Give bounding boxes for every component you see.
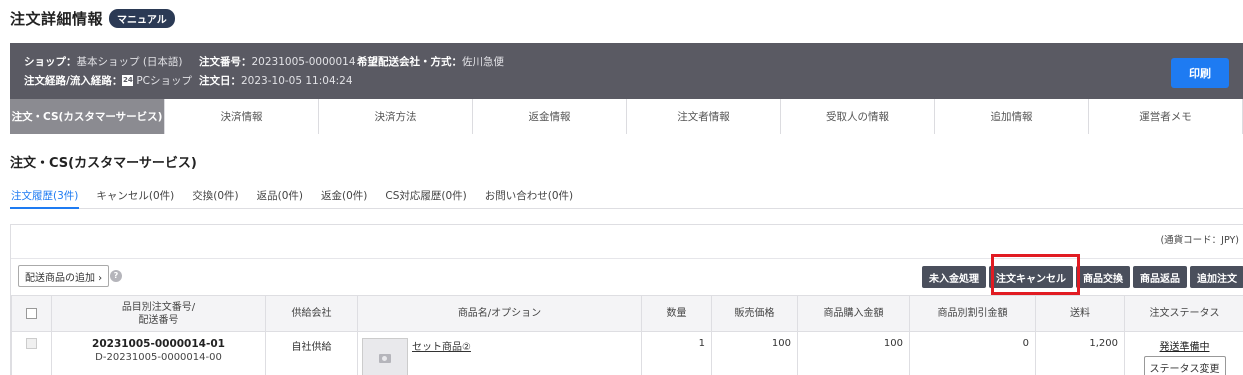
subtab-inquiry[interactable]: お問い合わせ(0件) xyxy=(484,184,574,209)
header-select-all[interactable] xyxy=(11,295,52,332)
header-supplier: 供給会社 xyxy=(265,295,358,332)
order-info-bar: ショップ： 基本ショップ (日本語) 注文番号： 20231005-000001… xyxy=(10,43,1243,99)
table-header-row: 品目別注文番号/ 配送番号 供給会社 商品名/オプション 数量 販売価格 商品購… xyxy=(11,295,1243,332)
header-status: 注文ステータス xyxy=(1124,295,1243,332)
select-all-checkbox[interactable] xyxy=(26,307,37,319)
product-return-button[interactable]: 商品返品 xyxy=(1133,266,1187,288)
route-info: 注文経路/流入経路： 24 PCショップ xyxy=(24,73,199,88)
pc-shop-icon: 24 xyxy=(122,75,134,86)
header-item-order-no: 品目別注文番号/ 配送番号 xyxy=(51,295,266,332)
item-order-number: 20231005-0000014-01 xyxy=(92,338,225,350)
help-icon[interactable]: ? xyxy=(110,270,122,282)
shipping-cell: 1,200 xyxy=(1035,331,1125,375)
tab-operator-memo[interactable]: 運営者メモ xyxy=(1089,99,1243,134)
camera-icon xyxy=(379,353,391,363)
subtab-refund[interactable]: 返金(0件) xyxy=(320,184,368,209)
info-row-1: ショップ： 基本ショップ (日本語) 注文番号： 20231005-000001… xyxy=(24,54,504,69)
order-date-label: 注文日： xyxy=(199,75,241,87)
highlight-annotation-box xyxy=(991,254,1080,295)
currency-note: (通貨コード：JPY) xyxy=(1160,235,1239,246)
page-title: 注文詳細情報 xyxy=(10,9,104,28)
carrier-label: 希望配送会社・方式： xyxy=(357,56,462,68)
header-purchase-amount: 商品購入金額 xyxy=(797,295,910,332)
row-checkbox[interactable] xyxy=(26,338,37,349)
subtab-return[interactable]: 返品(0件) xyxy=(256,184,304,209)
tab-refund-info[interactable]: 返金情報 xyxy=(473,99,627,134)
order-date-info: 注文日： 2023-10-05 11:04:24 xyxy=(199,73,353,88)
order-number-info: 注文番号： 20231005-0000014 xyxy=(199,54,357,69)
purchase-amount-cell: 100 xyxy=(797,331,910,375)
tab-additional-info[interactable]: 追加情報 xyxy=(935,99,1089,134)
tab-payment-info[interactable]: 決済情報 xyxy=(165,99,319,134)
subtab-exchange[interactable]: 交換(0件) xyxy=(191,184,239,209)
shop-value: 基本ショップ (日本語) xyxy=(76,56,183,68)
subtab-order-history[interactable]: 注文履歴(3件) xyxy=(10,184,80,209)
additional-order-button[interactable]: 追加注文 xyxy=(1190,266,1243,288)
print-button[interactable]: 印刷 xyxy=(1171,58,1229,88)
status-link[interactable]: 発送準備中 xyxy=(1125,338,1243,353)
shop-info: ショップ： 基本ショップ (日本語) xyxy=(24,54,199,69)
header-shipping: 送料 xyxy=(1035,295,1125,332)
product-exchange-button[interactable]: 商品交換 xyxy=(1076,266,1130,288)
order-items-table: 品目別注文番号/ 配送番号 供給会社 商品名/オプション 数量 販売価格 商品購… xyxy=(11,295,1243,375)
unpaid-process-button[interactable]: 未入金処理 xyxy=(922,266,986,288)
product-name-link[interactable]: セット商品② xyxy=(412,338,471,375)
header-discount: 商品別割引金額 xyxy=(909,295,1036,332)
delivery-number: D-20231005-0000014-00 xyxy=(95,352,222,363)
order-panel: (通貨コード：JPY) 配送商品の追加 › ? 未入金処理 注文キャンセル 商品… xyxy=(10,224,1243,375)
carrier-value: 佐川急便 xyxy=(462,56,504,68)
page-header: 注文詳細情報 マニュアル xyxy=(10,8,175,28)
header-price: 販売価格 xyxy=(711,295,798,332)
add-delivery-item-button[interactable]: 配送商品の追加 › xyxy=(18,265,110,287)
sub-tabs: 注文履歴(3件) キャンセル(0件) 交換(0件) 返品(0件) 返金(0件) … xyxy=(10,184,1243,209)
order-date-value: 2023-10-05 11:04:24 xyxy=(241,74,353,87)
header-product: 商品名/オプション xyxy=(357,295,642,332)
supplier-cell: 自社供給 xyxy=(265,331,358,375)
route-label: 注文経路/流入経路： xyxy=(24,75,123,87)
tab-order-cs[interactable]: 注文・CS(カスタマーサービス) xyxy=(10,99,165,134)
header-quantity: 数量 xyxy=(641,295,712,332)
info-row-2: 注文経路/流入経路： 24 PCショップ 注文日： 2023-10-05 11:… xyxy=(24,73,353,88)
product-cell: セット商品② xyxy=(357,331,642,375)
price-cell: 100 xyxy=(711,331,798,375)
tab-recipient-info[interactable]: 受取人の情報 xyxy=(781,99,935,134)
route-value: PCショップ xyxy=(136,75,193,87)
discount-cell: 0 xyxy=(909,331,1036,375)
row-select[interactable] xyxy=(11,331,52,375)
table-row: 20231005-0000014-01 D-20231005-0000014-0… xyxy=(11,331,1243,375)
change-status-button[interactable]: ステータス変更 xyxy=(1143,356,1226,375)
tab-payment-method[interactable]: 決済方法 xyxy=(319,99,473,134)
row-order-numbers: 20231005-0000014-01 D-20231005-0000014-0… xyxy=(51,331,266,375)
carrier-info: 希望配送会社・方式： 佐川急便 xyxy=(357,54,504,69)
manual-badge[interactable]: マニュアル xyxy=(109,8,175,28)
quantity-cell: 1 xyxy=(641,331,712,375)
subtab-cancel[interactable]: キャンセル(0件) xyxy=(95,184,175,209)
order-number-label: 注文番号： xyxy=(199,56,252,68)
product-thumbnail[interactable] xyxy=(362,338,408,375)
subtab-cs-history[interactable]: CS対応履歴(0件) xyxy=(384,184,467,209)
order-number-value: 20231005-0000014 xyxy=(251,55,356,68)
section-title: 注文・CS(カスタマーサービス) xyxy=(10,156,197,171)
status-cell: 発送準備中 ステータス変更 xyxy=(1124,331,1243,375)
shop-label: ショップ： xyxy=(24,56,77,68)
action-buttons: 未入金処理 注文キャンセル 商品交換 商品返品 追加注文 xyxy=(919,266,1243,288)
main-tabs: 注文・CS(カスタマーサービス) 決済情報 決済方法 返金情報 注文者情報 受取… xyxy=(10,99,1243,134)
tab-orderer-info[interactable]: 注文者情報 xyxy=(627,99,781,134)
